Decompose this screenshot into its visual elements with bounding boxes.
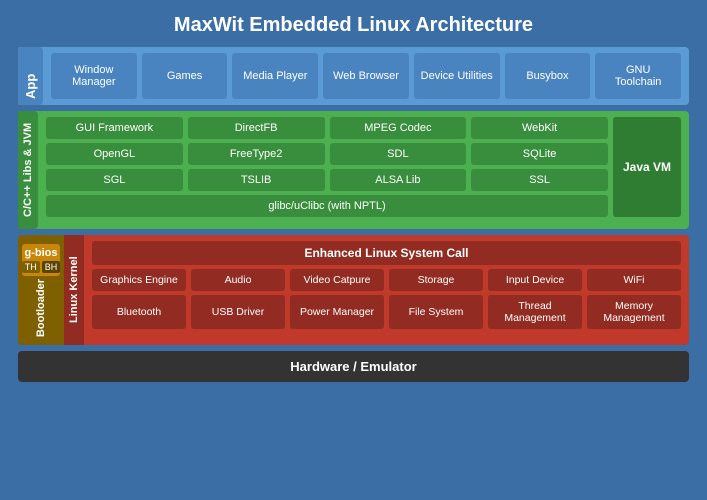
kernel-layer: g-bios TH BH Bootloader Linux Kernel Enh… bbox=[18, 235, 689, 345]
syscall-bar: Enhanced Linux System Call bbox=[92, 241, 681, 265]
kernel-rows: Graphics Engine Audio Video Catpure Stor… bbox=[92, 269, 681, 329]
kernel-layer-label: Linux Kernel bbox=[64, 235, 84, 345]
gbios-th: TH bbox=[22, 261, 40, 273]
kernel-graphics-engine: Graphics Engine bbox=[92, 269, 186, 291]
app-layer-label: App bbox=[18, 47, 43, 105]
kernel-bluetooth: Bluetooth bbox=[92, 295, 186, 329]
app-item-busybox: Busybox bbox=[505, 53, 591, 99]
gbios-box: g-bios TH BH bbox=[22, 244, 60, 276]
lib-opengl: OpenGL bbox=[46, 143, 183, 165]
lib-directfb: DirectFB bbox=[188, 117, 325, 139]
page-title: MaxWit Embedded Linux Architecture bbox=[0, 0, 707, 47]
kernel-thread-management: Thread Management bbox=[488, 295, 582, 329]
bootloader-label: Bootloader bbox=[35, 279, 47, 337]
libs-layer: C/C++ Libs & JVM GUI Framework DirectFB … bbox=[18, 111, 689, 229]
kernel-file-system: File System bbox=[389, 295, 483, 329]
kernel-usb-driver: USB Driver bbox=[191, 295, 285, 329]
lib-sdl: SDL bbox=[330, 143, 467, 165]
kernel-input-device: Input Device bbox=[488, 269, 582, 291]
kernel-video-capture: Video Catpure bbox=[290, 269, 384, 291]
libs-grid: GUI Framework DirectFB MPEG Codec WebKit… bbox=[46, 117, 608, 217]
kernel-wifi: WiFi bbox=[587, 269, 681, 291]
gbios-bh: BH bbox=[42, 261, 61, 273]
libs-row-2: OpenGL FreeType2 SDL SQLite bbox=[46, 143, 608, 165]
lib-tslib: TSLIB bbox=[188, 169, 325, 191]
kernel-inner-container: Enhanced Linux System Call Graphics Engi… bbox=[84, 235, 689, 345]
lib-javavm: Java VM bbox=[613, 117, 681, 217]
gbios-sub: TH BH bbox=[24, 261, 58, 273]
bootloader-block: g-bios TH BH Bootloader bbox=[18, 235, 64, 345]
lib-freetype2: FreeType2 bbox=[188, 143, 325, 165]
kernel-power-manager: Power Manager bbox=[290, 295, 384, 329]
kernel-audio: Audio bbox=[191, 269, 285, 291]
libs-row-1: GUI Framework DirectFB MPEG Codec WebKit bbox=[46, 117, 608, 139]
app-item-media-player: Media Player bbox=[232, 53, 318, 99]
libs-inner-container: GUI Framework DirectFB MPEG Codec WebKit… bbox=[38, 111, 689, 229]
app-item-window-manager: Window Manager bbox=[51, 53, 137, 99]
kernel-row-2: Bluetooth USB Driver Power Manager File … bbox=[92, 295, 681, 329]
lib-glibc: glibc/uClibc (with NPTL) bbox=[46, 195, 608, 217]
libs-row-3: SGL TSLIB ALSA Lib SSL bbox=[46, 169, 608, 191]
kernel-storage: Storage bbox=[389, 269, 483, 291]
app-items-container: Window Manager Games Media Player Web Br… bbox=[43, 47, 689, 105]
app-item-web-browser: Web Browser bbox=[323, 53, 409, 99]
gbios-label: g-bios bbox=[24, 247, 58, 259]
lib-mpeg-codec: MPEG Codec bbox=[330, 117, 467, 139]
libs-layer-label: C/C++ Libs & JVM bbox=[18, 111, 38, 229]
lib-alsa: ALSA Lib bbox=[330, 169, 467, 191]
libs-javavm-wrapper: GUI Framework DirectFB MPEG Codec WebKit… bbox=[46, 117, 681, 217]
kernel-memory-management: Memory Management bbox=[587, 295, 681, 329]
lib-gui-framework: GUI Framework bbox=[46, 117, 183, 139]
lib-sgl: SGL bbox=[46, 169, 183, 191]
kernel-row-1: Graphics Engine Audio Video Catpure Stor… bbox=[92, 269, 681, 291]
lib-webkit: WebKit bbox=[471, 117, 608, 139]
app-item-gnu-toolchain: GNU Toolchain bbox=[595, 53, 681, 99]
app-layer: App Window Manager Games Media Player We… bbox=[18, 47, 689, 105]
lib-ssl: SSL bbox=[471, 169, 608, 191]
app-item-device-utilities: Device Utilities bbox=[414, 53, 500, 99]
hardware-layer: Hardware / Emulator bbox=[18, 351, 689, 382]
app-item-games: Games bbox=[142, 53, 228, 99]
lib-sqlite: SQLite bbox=[471, 143, 608, 165]
